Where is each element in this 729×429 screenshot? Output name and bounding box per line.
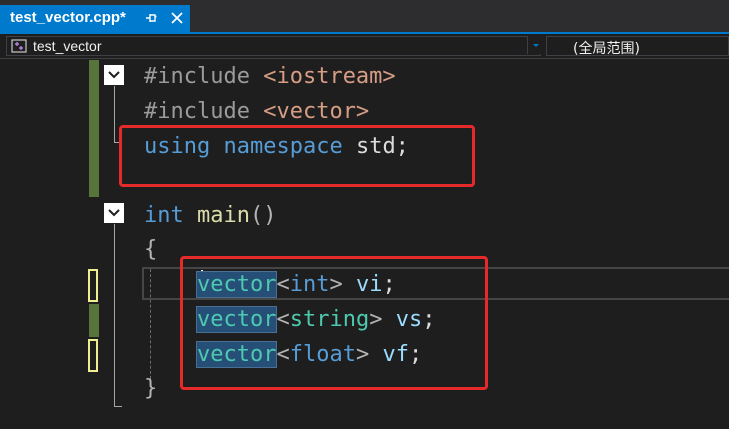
code-token: #include <box>144 64 264 89</box>
code-token: #include <box>144 99 264 124</box>
tab-test-vector[interactable]: test_vector.cpp* <box>0 5 190 32</box>
fold-line <box>114 86 115 142</box>
code-token: () <box>249 203 277 228</box>
annotation-box-vectors <box>180 256 488 390</box>
close-icon[interactable] <box>170 11 184 25</box>
chevron-down-icon[interactable] <box>527 36 544 54</box>
code-token: } <box>144 376 158 401</box>
code-token: <iostream> <box>263 64 396 89</box>
scope-dropdown[interactable]: test_vector <box>6 36 541 56</box>
change-bar-unsaved <box>88 269 98 302</box>
code-token: int <box>144 203 184 228</box>
code-token: <vector> <box>263 99 370 124</box>
pin-icon[interactable] <box>144 11 158 25</box>
tab-strip: test_vector.cpp* <box>0 0 729 32</box>
code-line: int main() <box>144 198 276 233</box>
fold-line-end <box>114 406 122 407</box>
change-bar-unsaved <box>88 339 98 372</box>
fold-toggle-icon[interactable] <box>104 65 124 85</box>
change-bar-saved <box>89 304 99 337</box>
change-bar-saved <box>89 60 99 197</box>
fold-toggle-icon[interactable] <box>104 203 124 223</box>
fold-line <box>114 224 115 407</box>
code-line: { <box>144 232 157 267</box>
code-editor[interactable]: #include <iostream> #include <vector> us… <box>0 59 729 429</box>
code-token: main <box>197 203 250 228</box>
code-line: #include <vector> <box>144 94 369 129</box>
code-token: { <box>144 237 158 262</box>
member-label: (全局范围) <box>573 41 640 57</box>
scope-label: test_vector <box>33 38 102 54</box>
navigation-bar: test_vector (全局范围) <box>0 34 729 59</box>
annotation-box-using <box>119 125 475 187</box>
member-dropdown[interactable]: (全局范围) <box>546 36 729 57</box>
code-line: } <box>144 371 157 406</box>
tab-title: test_vector.cpp* <box>10 9 126 26</box>
project-icon <box>11 39 27 53</box>
code-line: #include <iostream> <box>144 59 396 94</box>
